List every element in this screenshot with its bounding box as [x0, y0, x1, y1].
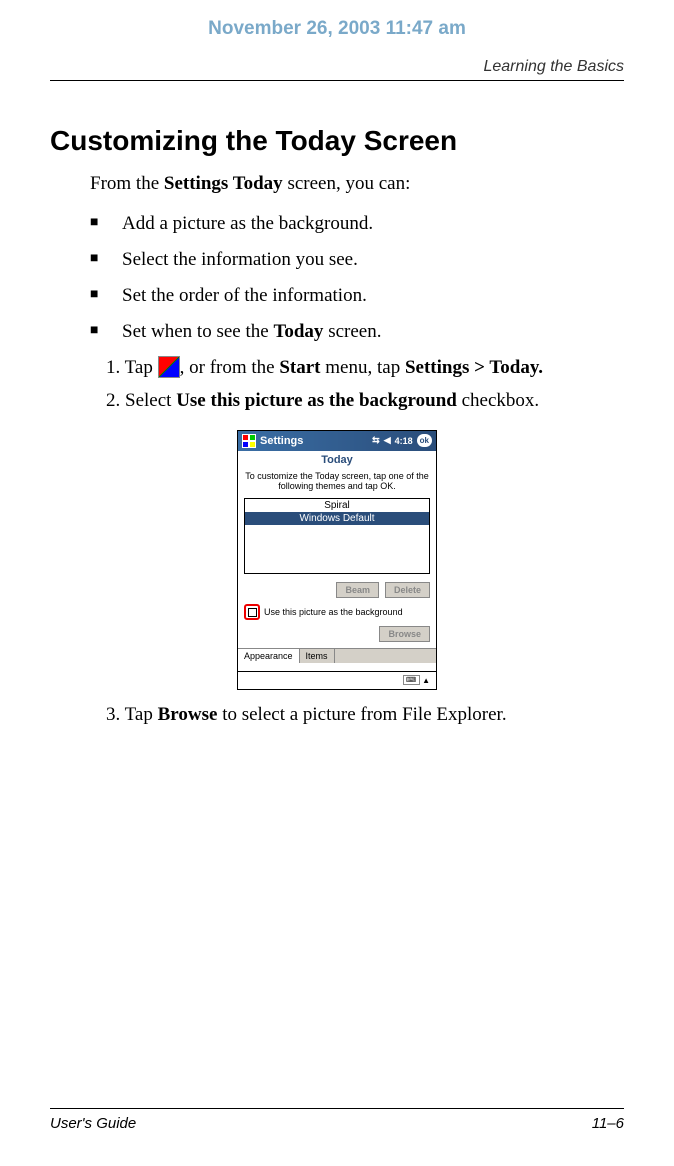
pda-button-row: Beam Delete: [238, 574, 436, 602]
step1-b: , or from the: [180, 357, 280, 378]
browse-row: Browse: [238, 622, 436, 648]
header-date: November 26, 2003 11:47 am: [50, 10, 624, 58]
bullet-item: Set when to see the Today screen.: [90, 321, 624, 343]
checkbox-label: Use this picture as the background: [264, 607, 403, 617]
step3-b: Browse: [158, 704, 218, 725]
delete-button[interactable]: Delete: [385, 582, 430, 598]
header-section: Learning the Basics: [50, 58, 624, 81]
step3-a: 3. Tap: [106, 704, 158, 725]
tab-items[interactable]: Items: [300, 649, 335, 663]
signal-icon: ⇆: [372, 435, 380, 446]
page-title: Customizing the Today Screen: [50, 125, 624, 157]
pda-subtitle: Today: [238, 451, 436, 469]
step1-d: menu, tap: [321, 357, 405, 378]
pda-screen: Settings ⇆ ◀ 4:18 ok Today To customize …: [237, 430, 437, 690]
theme-list[interactable]: Spiral Windows Default: [244, 498, 430, 574]
use-picture-checkbox[interactable]: [248, 608, 257, 617]
ok-button[interactable]: ok: [417, 434, 432, 447]
step1-e: Settings > Today.: [405, 357, 543, 378]
pda-title-right: ⇆ ◀ 4:18 ok: [372, 434, 432, 447]
theme-item-spiral[interactable]: Spiral: [245, 499, 429, 512]
step2-a: 2. Select: [106, 390, 176, 411]
step1-a: 1. Tap: [106, 357, 158, 378]
speaker-icon: ◀: [384, 435, 391, 446]
pda-time: 4:18: [395, 436, 413, 446]
pda-tabs: Appearance Items: [238, 648, 436, 663]
step1-c: Start: [279, 357, 320, 378]
pda-titlebar: Settings ⇆ ◀ 4:18 ok: [238, 431, 436, 451]
bullet4-post: screen.: [323, 321, 381, 342]
pda-title-text: Settings: [260, 435, 303, 447]
windows-icon: [242, 434, 256, 448]
step-1: 1. Tap , or from the Start menu, tap Set…: [106, 357, 624, 380]
browse-button[interactable]: Browse: [379, 626, 430, 642]
bullet-item: Add a picture as the background.: [90, 213, 624, 235]
beam-button[interactable]: Beam: [336, 582, 379, 598]
bullet-item: Set the order of the information.: [90, 285, 624, 307]
bullet-item: Select the information you see.: [90, 249, 624, 271]
start-icon: [158, 356, 180, 378]
pda-checkbox-row: Use this picture as the background: [238, 602, 436, 622]
intro-post: screen, you can:: [283, 173, 411, 194]
step2-c: checkbox.: [457, 390, 539, 411]
footer-right: 11–6: [592, 1115, 624, 1132]
bullet4-pre: Set when to see the: [122, 321, 273, 342]
up-arrow-icon[interactable]: ▲: [422, 676, 430, 685]
bullet-list: Add a picture as the background. Select …: [90, 213, 624, 343]
intro-bold: Settings Today: [164, 173, 283, 194]
intro-pre: From the: [90, 173, 164, 194]
steps-list-cont: 3. Tap Browse to select a picture from F…: [106, 704, 624, 726]
step-2: 2. Select Use this picture as the backgr…: [106, 390, 624, 412]
theme-item-windows-default[interactable]: Windows Default: [245, 512, 429, 525]
step3-c: to select a picture from File Explorer.: [217, 704, 506, 725]
screenshot: Settings ⇆ ◀ 4:18 ok Today To customize …: [50, 430, 624, 690]
step-3: 3. Tap Browse to select a picture from F…: [106, 704, 624, 726]
pda-title-left: Settings: [242, 434, 303, 448]
step2-b: Use this picture as the background: [176, 390, 457, 411]
pda-bottom-bar: ⌨ ▲: [238, 671, 436, 689]
pda-instructions: To customize the Today screen, tap one o…: [238, 469, 436, 499]
bullet4-bold: Today: [273, 321, 323, 342]
intro-text: From the Settings Today screen, you can:: [90, 173, 624, 195]
highlight-box: [244, 604, 260, 620]
tab-appearance[interactable]: Appearance: [238, 649, 300, 663]
footer-left: User's Guide: [50, 1115, 136, 1132]
page-footer: User's Guide 11–6: [50, 1108, 624, 1132]
keyboard-icon[interactable]: ⌨: [403, 675, 420, 685]
steps-list: 1. Tap , or from the Start menu, tap Set…: [106, 357, 624, 412]
